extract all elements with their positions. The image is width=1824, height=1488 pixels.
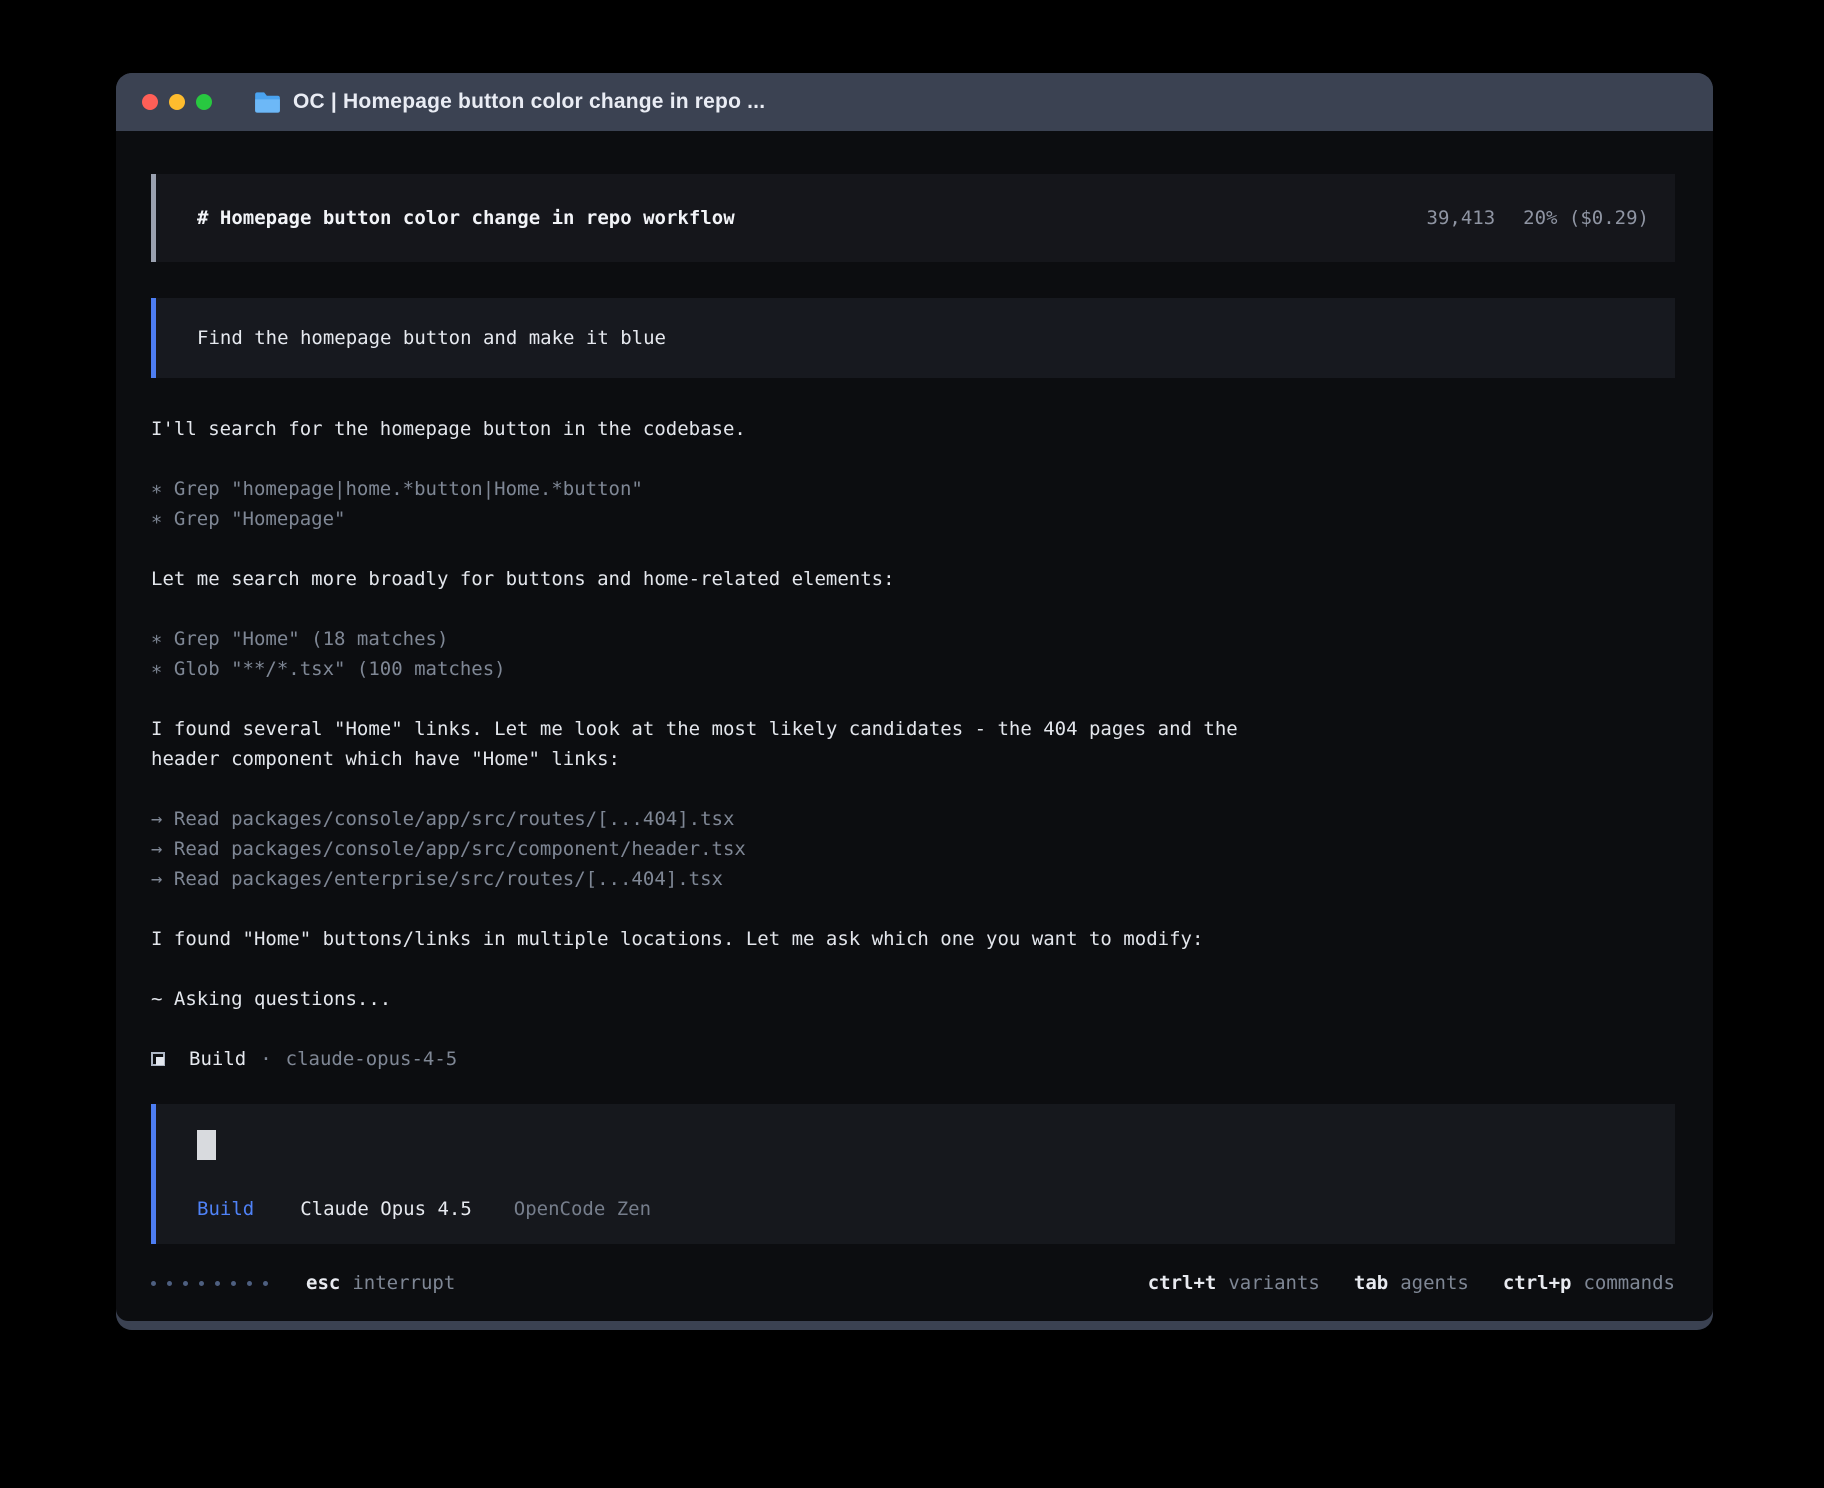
spinner-dot [151, 1281, 156, 1286]
tool-call: ∗ Grep "Home" (18 matches) [151, 624, 1675, 654]
status-text: ~ Asking questions... [151, 984, 1675, 1014]
input-statusline: Build Claude Opus 4.5 OpenCode Zen [197, 1198, 1649, 1220]
tool-call: → Read packages/enterprise/src/routes/[.… [151, 864, 1675, 894]
tool-call: → Read packages/console/app/src/routes/[… [151, 804, 1675, 834]
mode-label: Build [197, 1198, 254, 1220]
traffic-lights [142, 94, 212, 110]
commands-label: commands [1583, 1272, 1675, 1294]
assistant-transcript: I'll search for the homepage button in t… [151, 414, 1675, 1074]
agent-model: claude-opus-4-5 [286, 1044, 458, 1074]
session-header: # Homepage button color change in repo w… [151, 174, 1675, 262]
agent-row: Build · claude-opus-4-5 [151, 1044, 1675, 1074]
commands-key: ctrl+p [1503, 1272, 1572, 1294]
hint-agents: tab agents [1354, 1272, 1469, 1294]
model-label: Claude Opus 4.5 [300, 1198, 472, 1220]
esc-key: esc [306, 1272, 340, 1294]
user-message: Find the homepage button and make it blu… [151, 298, 1675, 378]
hint-commands: ctrl+p commands [1503, 1272, 1675, 1294]
session-title: # Homepage button color change in repo w… [197, 207, 735, 229]
tool-call: ∗ Glob "**/*.tsx" (100 matches) [151, 654, 1675, 684]
user-message-text: Find the homepage button and make it blu… [197, 327, 666, 349]
tool-call: ∗ Grep "Homepage" [151, 504, 1675, 534]
text-cursor [197, 1130, 216, 1160]
tool-call: ∗ Grep "homepage|home.*button|Home.*butt… [151, 474, 1675, 504]
spinner-dot [215, 1281, 220, 1286]
variants-label: variants [1228, 1272, 1320, 1294]
assistant-text: I'll search for the homepage button in t… [151, 414, 1675, 444]
hint-variants: ctrl+t variants [1148, 1272, 1320, 1294]
context-usage: 20% ($0.29) [1523, 207, 1649, 229]
session-stats: 39,413 20% ($0.29) [1427, 207, 1649, 229]
minimize-button[interactable] [169, 94, 185, 110]
variants-key: ctrl+t [1148, 1272, 1217, 1294]
assistant-text: Let me search more broadly for buttons a… [151, 564, 1675, 594]
spinner-dot [263, 1281, 268, 1286]
token-count: 39,413 [1427, 207, 1496, 229]
status-bar: esc interrupt ctrl+t variants tab agents… [151, 1272, 1675, 1294]
hint-interrupt: esc interrupt [306, 1272, 455, 1294]
close-button[interactable] [142, 94, 158, 110]
folder-icon [254, 91, 281, 114]
spinner-dot [183, 1281, 188, 1286]
agents-key: tab [1354, 1272, 1388, 1294]
spinner-dots [151, 1281, 268, 1286]
agent-icon [151, 1052, 165, 1066]
spinner-dot [231, 1281, 236, 1286]
assistant-text: I found several "Home" links. Let me loo… [151, 714, 1675, 774]
spinner-dot [247, 1281, 252, 1286]
spinner-dot [199, 1281, 204, 1286]
agents-label: agents [1400, 1272, 1469, 1294]
status-bar-left: esc interrupt [151, 1272, 455, 1294]
agent-name: Build [189, 1044, 246, 1074]
terminal-content: # Homepage button color change in repo w… [116, 131, 1713, 1321]
prompt-input[interactable]: Build Claude Opus 4.5 OpenCode Zen [151, 1104, 1675, 1244]
window-title-group: OC | Homepage button color change in rep… [254, 90, 765, 114]
terminal-window: OC | Homepage button color change in rep… [116, 73, 1713, 1330]
interrupt-label: interrupt [352, 1272, 455, 1294]
tool-call: → Read packages/console/app/src/componen… [151, 834, 1675, 864]
window-title: OC | Homepage button color change in rep… [293, 90, 765, 114]
titlebar[interactable]: OC | Homepage button color change in rep… [116, 73, 1713, 131]
zoom-button[interactable] [196, 94, 212, 110]
provider-label: OpenCode Zen [514, 1198, 651, 1220]
assistant-text: I found "Home" buttons/links in multiple… [151, 924, 1675, 954]
status-bar-right: ctrl+t variants tab agents ctrl+p comman… [1148, 1272, 1675, 1294]
agent-separator: · [260, 1044, 271, 1074]
spinner-dot [167, 1281, 172, 1286]
